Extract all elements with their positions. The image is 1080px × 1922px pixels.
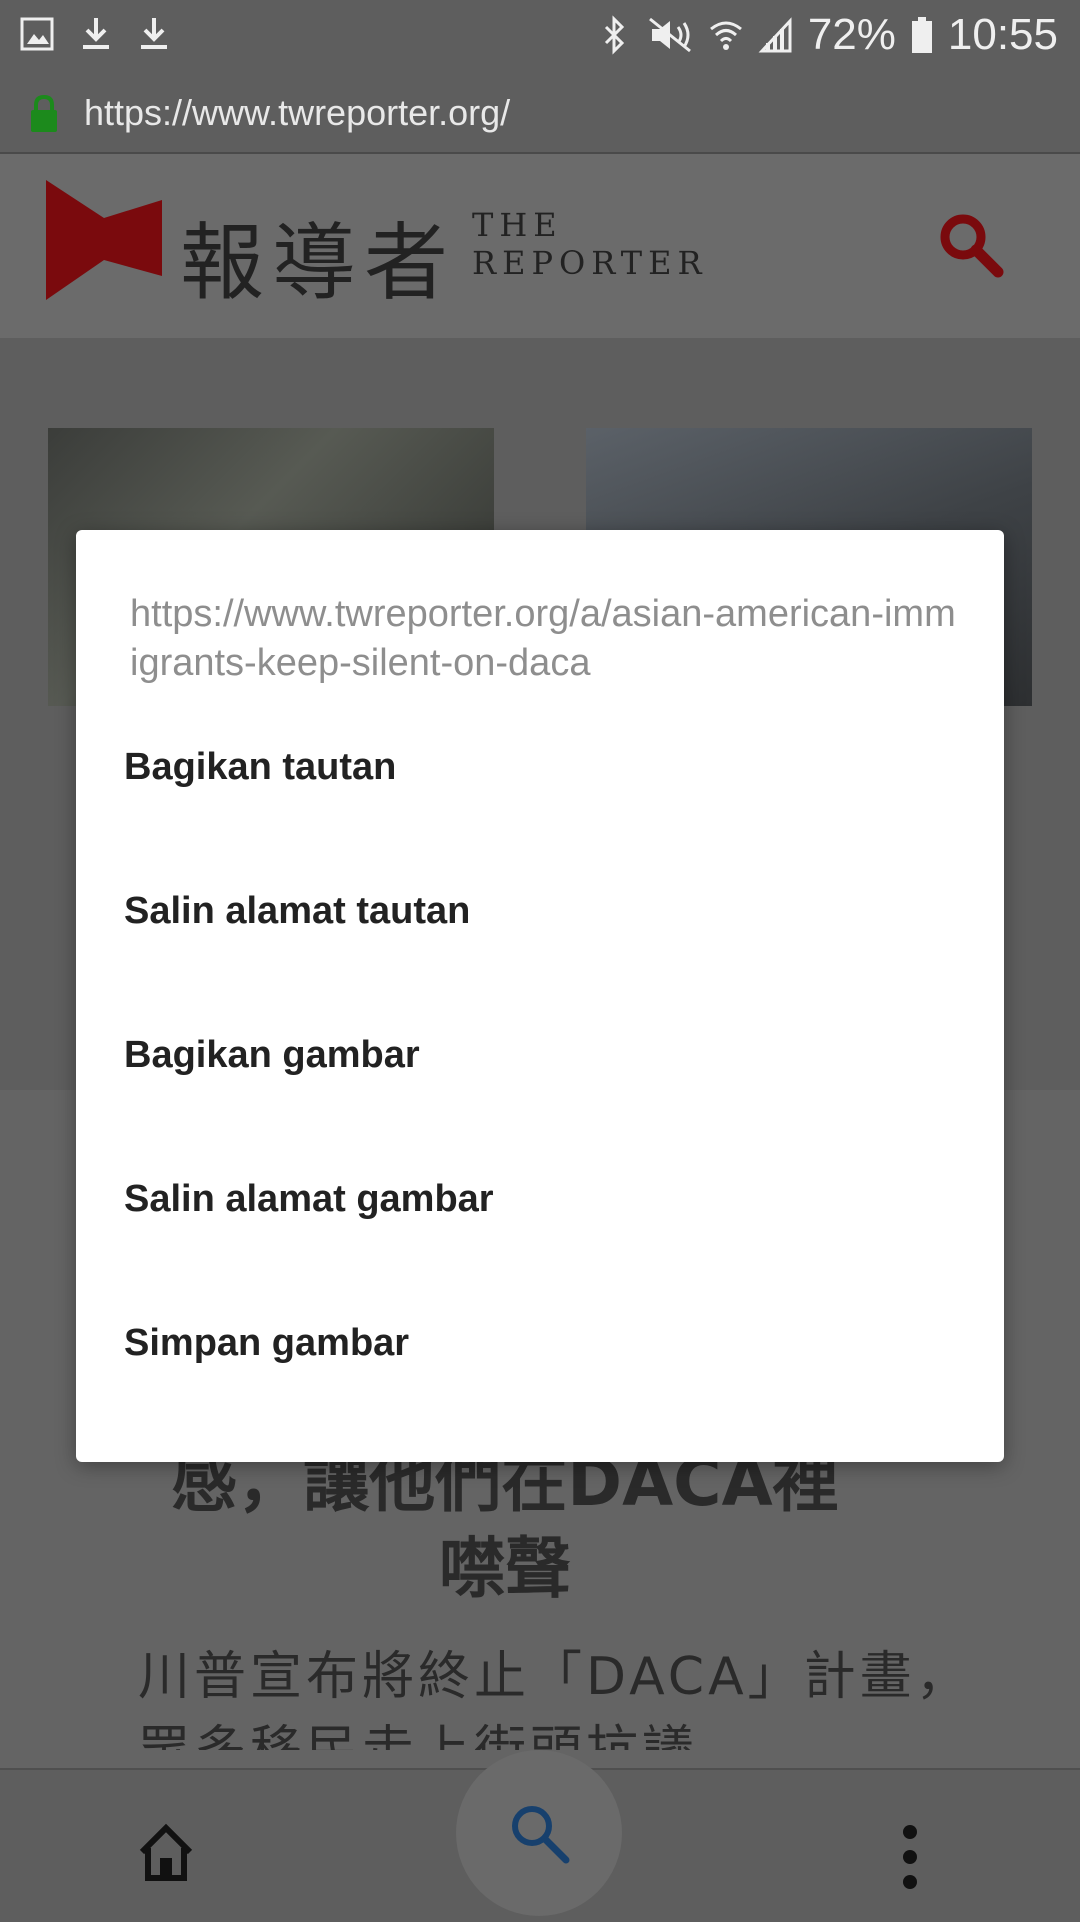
menu-item-label: Simpan gambar [124, 1322, 410, 1364]
mute-icon [648, 17, 691, 53]
lock-icon [31, 94, 57, 132]
menu-item-copy-link-address[interactable]: Salin alamat tautan [76, 844, 1004, 988]
site-search-icon[interactable] [936, 210, 1006, 280]
bottom-navigation [0, 1750, 1080, 1922]
menu-item-label: Bagikan gambar [124, 1034, 420, 1076]
logo-the: THE [472, 206, 563, 244]
menu-item-save-image[interactable]: Simpan gambar [76, 1276, 1004, 1420]
download-icon [141, 18, 167, 49]
menu-item-label: Bagikan tautan [124, 746, 397, 788]
context-menu-url: https://www.twreporter.org/a/asian-ameri… [130, 593, 956, 684]
logo-reporter: REPORTER [472, 244, 708, 282]
status-bar: 72% 10:55 [0, 0, 1080, 76]
wifi-icon [709, 21, 742, 50]
link-context-menu: https://www.twreporter.org/a/asian-ameri… [76, 530, 1004, 1462]
search-icon [512, 1806, 570, 1864]
reporter-logo-icon[interactable] [46, 180, 162, 300]
bluetooth-icon [604, 15, 624, 55]
clock: 10:55 [947, 10, 1058, 59]
more-options-icon[interactable] [896, 1824, 924, 1890]
article-lead: 川普宣布將終止「DACA」計畫，眾多移民走上街頭抗議， [138, 1647, 972, 1750]
menu-item-label: Salin alamat gambar [124, 1178, 494, 1220]
battery-icon [911, 17, 932, 53]
battery-percent: 72% [807, 10, 896, 59]
site-header: 報導者 THE REPORTER [0, 154, 1080, 338]
address-bar[interactable]: https://www.twreporter.org/ [0, 76, 1080, 154]
signal-icon [758, 17, 792, 53]
home-icon[interactable] [136, 1822, 196, 1882]
menu-item-copy-image-address[interactable]: Salin alamat gambar [76, 1132, 1004, 1276]
search-fab-button[interactable] [456, 1750, 622, 1916]
menu-item-share-link[interactable]: Bagikan tautan [76, 700, 1004, 844]
url-text[interactable]: https://www.twreporter.org/ [84, 92, 510, 134]
logo-chinese-text: 報導者 [180, 214, 457, 312]
gallery-notification-icon [20, 17, 54, 51]
article-title[interactable]: 感，讓他們在DACA裡 噤聲 [0, 1440, 1010, 1612]
menu-item-share-image[interactable]: Bagikan gambar [76, 988, 1004, 1132]
logo-english-text: THE REPORTER [472, 206, 708, 282]
download-icon [83, 18, 109, 49]
article-title-line: 噤聲 [439, 1530, 571, 1607]
menu-item-label: Salin alamat tautan [124, 890, 471, 932]
